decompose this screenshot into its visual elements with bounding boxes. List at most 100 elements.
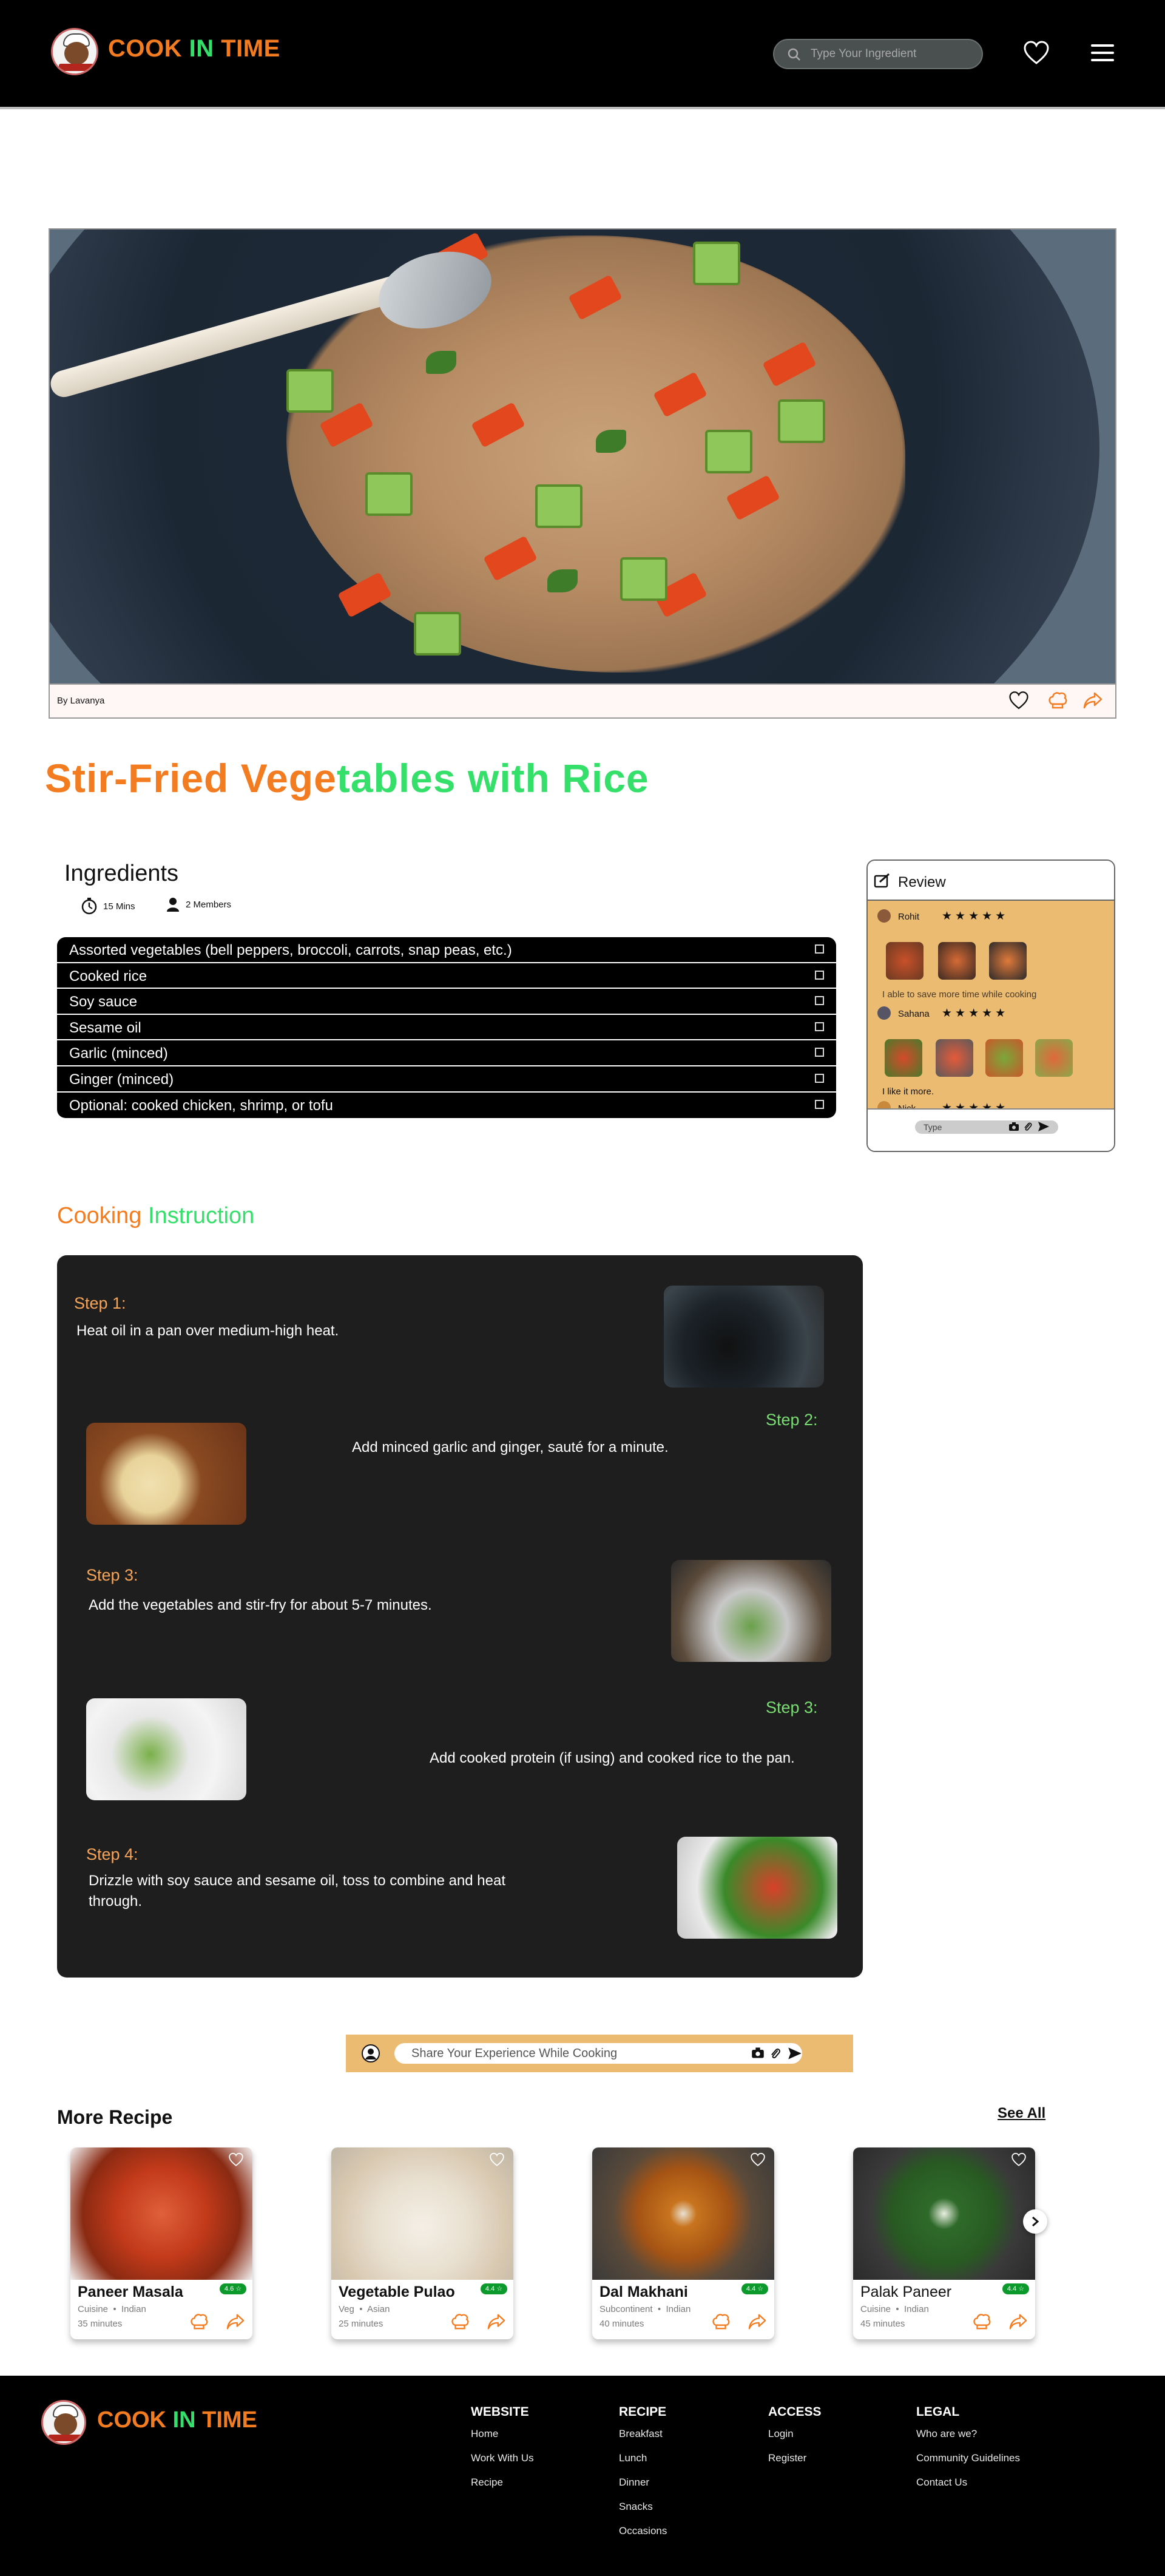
step-text: Heat oil in a pan over medium-high heat.	[76, 1323, 339, 1339]
review-photo[interactable]	[989, 942, 1027, 980]
recipe-card-origin: Indian	[903, 2304, 929, 2314]
brand-word-1: COOK	[108, 35, 189, 62]
chef-hat-icon[interactable]	[450, 2313, 470, 2331]
recipe-card[interactable]: Palak Paneer 4.4 ☆ Cuisine • Indian 45 m…	[853, 2147, 1035, 2339]
footer-link[interactable]: Lunch	[619, 2452, 667, 2464]
ingredient-label: Cooked rice	[69, 968, 147, 985]
carousel-next-button[interactable]	[1023, 2209, 1047, 2234]
brand-word-2: IN	[172, 2407, 196, 2433]
footer-link[interactable]: Breakfast	[619, 2428, 667, 2440]
footer-link[interactable]: Community Guidelines	[916, 2452, 1020, 2464]
ingredient-item[interactable]: Assorted vegetables (bell peppers, brocc…	[57, 937, 836, 963]
recipe-card[interactable]: Paneer Masala 4.6 ☆ Cuisine • Indian 35 …	[70, 2147, 252, 2339]
recipe-card-cuisine: Veg	[339, 2304, 354, 2314]
review-photo[interactable]	[938, 942, 976, 980]
avatar	[877, 909, 891, 923]
brand-name[interactable]: COOK IN TIME	[97, 2407, 257, 2433]
prep-time-value: 15 Mins	[103, 901, 135, 912]
footer-link[interactable]: Dinner	[619, 2476, 667, 2489]
step-text: Add minced garlic and ginger, sauté for …	[352, 1439, 669, 1456]
ingredient-item[interactable]: Cooked rice	[57, 963, 836, 989]
logo-icon[interactable]	[41, 2400, 86, 2445]
review-photo[interactable]	[886, 942, 924, 980]
brand-name[interactable]: COOK IN TIME	[108, 35, 280, 63]
footer-column-title: LEGAL	[916, 2405, 960, 2419]
brand-word-2: IN	[189, 35, 214, 62]
ingredient-checkbox[interactable]	[815, 944, 824, 954]
hamburger-menu-icon[interactable]	[1091, 42, 1114, 64]
serving-size: 2 Members	[166, 897, 231, 912]
chef-hat-icon[interactable]	[711, 2313, 731, 2331]
ingredient-item[interactable]: Optional: cooked chicken, shrimp, or tof…	[57, 1093, 836, 1118]
heart-icon[interactable]	[1011, 2152, 1027, 2167]
footer-link[interactable]: Login	[768, 2428, 822, 2440]
send-icon[interactable]	[788, 2047, 802, 2060]
share-icon[interactable]	[487, 2313, 506, 2331]
chef-hat-icon[interactable]	[972, 2313, 991, 2331]
camera-icon[interactable]	[1008, 1122, 1019, 1131]
hero-caption-bar: By Lavanya	[49, 683, 1116, 719]
review-photo[interactable]	[985, 1039, 1023, 1077]
recipe-card-origin: Indian	[666, 2304, 691, 2314]
recipe-card-meta: Cuisine • Indian	[860, 2304, 929, 2314]
see-all-link[interactable]: See All	[998, 2105, 1045, 2122]
share-icon[interactable]	[748, 2313, 767, 2331]
ingredient-checkbox[interactable]	[815, 996, 824, 1006]
brand-word-3: TIME	[214, 35, 280, 62]
search-icon[interactable]	[788, 48, 801, 61]
footer-link[interactable]: Home	[471, 2428, 534, 2440]
rating-badge: 4.6 ☆	[220, 2283, 246, 2294]
avatar	[877, 1006, 891, 1020]
logo-icon[interactable]	[51, 28, 98, 75]
footer-link[interactable]: Work With Us	[471, 2452, 534, 2464]
chef-hat-icon[interactable]	[1047, 691, 1068, 710]
recipe-card[interactable]: Vegetable Pulao 4.4 ☆ Veg • Asian 25 min…	[331, 2147, 513, 2339]
step-image	[664, 1286, 824, 1388]
instructions-heading-part-2: Instruction	[141, 1203, 255, 1229]
heart-icon[interactable]	[1008, 691, 1029, 710]
review-photo[interactable]	[936, 1039, 973, 1077]
review-photo[interactable]	[885, 1039, 922, 1077]
heart-icon[interactable]	[228, 2152, 244, 2167]
footer-column-legal: LEGAL Who are we? Community Guidelines C…	[916, 2405, 1020, 2501]
recipe-card[interactable]: Dal Makhani 4.4 ☆ Subcontinent • Indian …	[592, 2147, 774, 2339]
ingredient-checkbox[interactable]	[815, 1073, 824, 1083]
share-experience-input[interactable]	[394, 2043, 802, 2064]
footer-link[interactable]: Recipe	[471, 2476, 534, 2489]
heart-icon[interactable]	[750, 2152, 766, 2167]
star-rating: ★★★★★	[942, 910, 1009, 923]
review-input[interactable]	[915, 1120, 1058, 1134]
recipe-card-origin: Indian	[121, 2304, 146, 2314]
ingredient-checkbox[interactable]	[815, 1048, 824, 1057]
paperclip-icon[interactable]	[769, 2047, 782, 2060]
ingredient-checkbox[interactable]	[815, 1022, 824, 1031]
ingredient-item[interactable]: Ginger (minced)	[57, 1066, 836, 1093]
footer-link[interactable]: Occasions	[619, 2525, 667, 2537]
recipe-card-title: Vegetable Pulao	[339, 2283, 455, 2300]
footer-link[interactable]: Who are we?	[916, 2428, 1020, 2440]
camera-icon[interactable]	[751, 2047, 765, 2059]
ingredient-checkbox[interactable]	[815, 970, 824, 980]
share-icon[interactable]	[1082, 691, 1103, 710]
ingredient-item[interactable]: Sesame oil	[57, 1015, 836, 1041]
step-label: Step 4:	[86, 1845, 138, 1863]
send-icon[interactable]	[1038, 1121, 1050, 1132]
ingredient-item[interactable]: Soy sauce	[57, 989, 836, 1015]
heart-icon[interactable]	[489, 2152, 505, 2167]
ingredient-checkbox[interactable]	[815, 1099, 824, 1109]
footer-link[interactable]: Contact Us	[916, 2476, 1020, 2489]
recipe-title: Stir-Fried Vegetables with Rice	[45, 755, 649, 801]
reviewer-name: Rohit	[898, 912, 920, 922]
review-photo[interactable]	[1035, 1039, 1073, 1077]
paperclip-icon[interactable]	[1023, 1121, 1033, 1132]
ingredient-item[interactable]: Garlic (minced)	[57, 1040, 836, 1066]
search-input[interactable]	[811, 45, 974, 63]
chef-hat-icon[interactable]	[189, 2313, 209, 2331]
brand-word-1: COOK	[97, 2407, 173, 2433]
ingredient-label: Optional: cooked chicken, shrimp, or tof…	[69, 1097, 333, 1114]
share-icon[interactable]	[1008, 2313, 1028, 2331]
heart-icon[interactable]	[1023, 40, 1050, 66]
footer-link[interactable]: Snacks	[619, 2501, 667, 2513]
footer-link[interactable]: Register	[768, 2452, 822, 2464]
share-icon[interactable]	[226, 2313, 245, 2331]
